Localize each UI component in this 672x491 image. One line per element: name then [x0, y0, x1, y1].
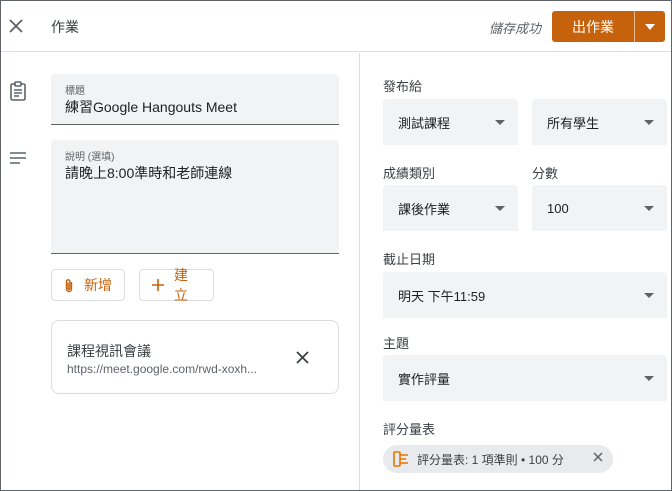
meet-attachment-card[interactable]: 課程視訊會議 https://meet.google.com/rwd-xoxh.… [51, 320, 339, 394]
topic-select[interactable]: 實作評量 [383, 355, 667, 401]
assign-split-button: 出作業 [552, 11, 665, 42]
assignment-icon [7, 80, 29, 102]
add-label: 新增 [84, 277, 112, 293]
add-button[interactable]: 新增 [51, 269, 125, 301]
close-button[interactable] [5, 11, 27, 41]
rubric-chip-label: 評分量表: 1 項準則 • 100 分 [417, 452, 564, 467]
caret-down-icon [644, 293, 654, 298]
description-label: 說明 (選填) [65, 152, 115, 163]
due-label: 截止日期 [383, 252, 436, 267]
caret-down-icon [644, 206, 654, 211]
paperclip-icon [64, 278, 74, 293]
due-value: 明天 下午11:59 [398, 288, 486, 304]
remove-rubric-button[interactable] [593, 452, 603, 462]
caret-down-icon [644, 376, 654, 381]
caret-down-icon [645, 23, 655, 30]
due-select[interactable]: 明天 下午11:59 [383, 272, 667, 318]
description-field[interactable]: 說明 (選填) 請晚上8:00準時和老師連線 [51, 140, 339, 254]
grade-category-label: 成績類別 [383, 166, 436, 181]
assignment-dialog: 作業 儲存成功 出作業 標題 練習Google Hangouts Meet 說明… [0, 0, 672, 491]
close-icon [593, 452, 603, 462]
page-title: 作業 [51, 19, 79, 35]
assign-options-button[interactable] [635, 11, 665, 42]
settings-panel: 發布給 測試課程 所有學生 成績類別 分數 課後作業 100 截止日期 明天 下… [361, 53, 671, 490]
create-label: 建立 [174, 267, 188, 303]
description-input[interactable]: 請晚上8:00準時和老師連線 [65, 163, 232, 183]
close-icon [9, 19, 23, 33]
grade-category-value: 課後作業 [398, 201, 451, 217]
rubric-icon [393, 451, 409, 467]
plus-icon [152, 279, 164, 291]
assign-to-label: 發布給 [383, 79, 423, 94]
class-select-value: 測試課程 [398, 115, 451, 131]
points-label: 分數 [532, 166, 559, 181]
attachment-title: 課程視訊會議 [67, 343, 151, 359]
save-status: 儲存成功 [488, 21, 541, 36]
attachment-url: https://meet.google.com/rwd-xoxh... [67, 362, 258, 376]
title-label: 標題 [65, 86, 85, 97]
rubric-chip[interactable]: 評分量表: 1 項準則 • 100 分 [383, 445, 613, 473]
grade-category-select[interactable]: 課後作業 [383, 185, 518, 231]
assign-button[interactable]: 出作業 [552, 11, 634, 42]
students-select-value: 所有學生 [547, 115, 600, 131]
header-bar: 作業 儲存成功 出作業 [1, 1, 671, 52]
caret-down-icon [644, 120, 654, 125]
rubric-label: 評分量表 [383, 422, 436, 437]
topic-label: 主題 [383, 336, 410, 351]
class-select[interactable]: 測試課程 [383, 99, 518, 145]
topic-value: 實作評量 [398, 371, 451, 387]
close-icon [295, 350, 309, 364]
title-field[interactable]: 標題 練習Google Hangouts Meet [51, 74, 339, 125]
title-input[interactable]: 練習Google Hangouts Meet [65, 97, 237, 117]
caret-down-icon [495, 120, 505, 125]
points-select[interactable]: 100 [532, 185, 667, 231]
main-form: 標題 練習Google Hangouts Meet 說明 (選填) 請晚上8:0… [1, 53, 360, 490]
caret-down-icon [495, 206, 505, 211]
remove-attachment-button[interactable] [288, 343, 316, 371]
description-icon [7, 147, 29, 169]
points-value: 100 [547, 200, 569, 216]
create-button[interactable]: 建立 [139, 267, 214, 303]
students-select[interactable]: 所有學生 [532, 99, 667, 145]
